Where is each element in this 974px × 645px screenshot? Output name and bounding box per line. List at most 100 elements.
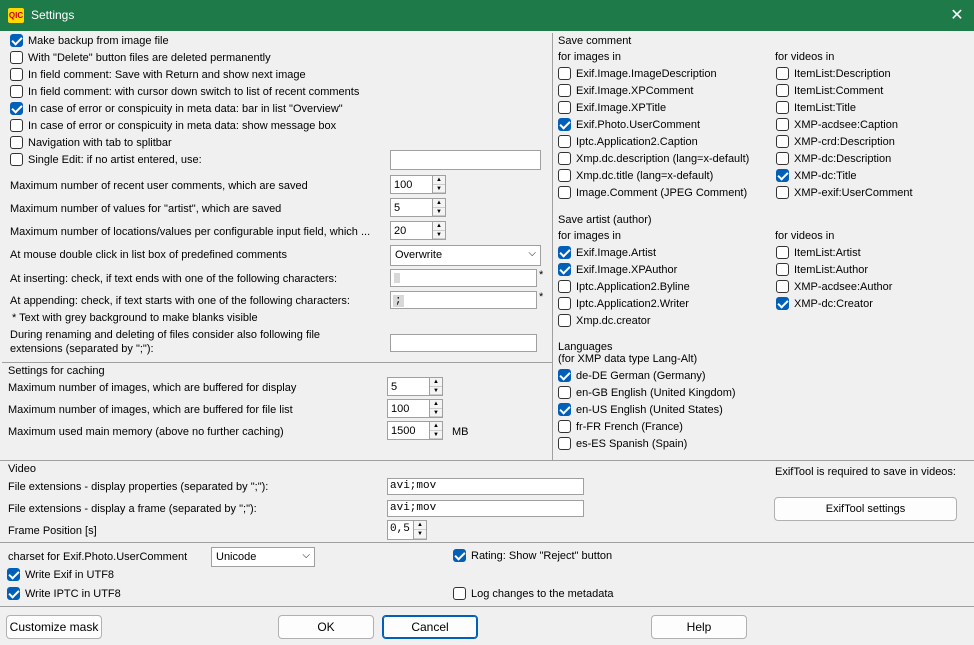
cache-display-spinner[interactable]: ▲ ▼	[429, 377, 443, 396]
artist-image-field-checkbox[interactable]	[558, 314, 571, 327]
artist-image-field-checkbox[interactable]	[558, 280, 571, 293]
language-checkbox[interactable]	[558, 386, 571, 399]
language-label: de-DE German (Germany)	[576, 370, 706, 382]
cancel-button[interactable]: Cancel	[382, 615, 478, 639]
cache-filelist-input[interactable]: 100	[387, 399, 430, 418]
error-bar-label: In case of error or conspicuity in meta …	[28, 103, 343, 115]
comment-image-field-label: Exif.Photo.UserComment	[576, 119, 701, 131]
make-backup-checkbox[interactable]	[10, 34, 23, 47]
artist-image-field-label: Exif.Image.XPAuthor	[576, 264, 678, 276]
customize-mask-button[interactable]: Customize mask	[6, 615, 102, 639]
log-changes-checkbox[interactable]	[453, 587, 466, 600]
help-button[interactable]: Help	[651, 615, 747, 639]
cache-display-input[interactable]: 5	[387, 377, 430, 396]
artist-video-field-checkbox[interactable]	[776, 297, 789, 310]
max-comments-input[interactable]: 100	[390, 175, 433, 194]
window-title: Settings	[31, 8, 75, 22]
video-props-input[interactable]: avi;mov	[387, 478, 584, 495]
cache-filelist-label: Maximum number of images, which are buff…	[8, 404, 293, 416]
iptc-utf8-checkbox[interactable]	[7, 587, 20, 600]
comment-videos-header: for videos in	[775, 51, 835, 63]
comment-video-field-checkbox[interactable]	[776, 101, 789, 114]
video-divider	[0, 460, 974, 461]
artist-video-field-checkbox[interactable]	[776, 280, 789, 293]
comment-image-field-checkbox[interactable]	[558, 186, 571, 199]
exif-utf8-label: Write Exif in UTF8	[25, 569, 115, 581]
max-locations-input[interactable]: 20	[390, 221, 433, 240]
chevron-down-icon: ⌵	[302, 550, 310, 561]
single-edit-checkbox[interactable]	[10, 153, 23, 166]
cursor-down-checkbox[interactable]	[10, 85, 23, 98]
vertical-divider	[552, 33, 553, 460]
exif-utf8-checkbox[interactable]	[7, 568, 20, 581]
video-props-label: File extensions - display properties (se…	[8, 481, 269, 493]
artist-image-field-checkbox[interactable]	[558, 297, 571, 310]
cache-memory-input[interactable]: 1500	[387, 421, 430, 440]
language-checkbox[interactable]	[558, 420, 571, 433]
comment-video-field-checkbox[interactable]	[776, 84, 789, 97]
dblclick-select[interactable]: Overwrite ⌵	[390, 245, 541, 266]
cursor-down-label: In field comment: with cursor down switc…	[28, 86, 360, 98]
artist-image-field-checkbox[interactable]	[558, 263, 571, 276]
comment-image-field-checkbox[interactable]	[558, 118, 571, 131]
comment-video-field-checkbox[interactable]	[776, 67, 789, 80]
comment-video-field-label: ItemList:Description	[794, 68, 891, 80]
comment-image-field-checkbox[interactable]	[558, 169, 571, 182]
error-msgbox-checkbox[interactable]	[10, 119, 23, 132]
comment-image-field-checkbox[interactable]	[558, 67, 571, 80]
artist-video-field-label: XMP-dc:Creator	[794, 298, 873, 310]
language-checkbox[interactable]	[558, 437, 571, 450]
comment-video-field-checkbox[interactable]	[776, 186, 789, 199]
comment-image-field-checkbox[interactable]	[558, 152, 571, 165]
comment-image-field-checkbox[interactable]	[558, 84, 571, 97]
max-comments-spinner[interactable]: ▲ ▼	[432, 175, 446, 194]
max-locations-label: Maximum number of locations/values per c…	[10, 226, 371, 238]
charset-select[interactable]: Unicode ⌵	[211, 547, 315, 567]
inserting-input[interactable]	[390, 269, 537, 287]
artist-image-field-checkbox[interactable]	[558, 246, 571, 259]
cache-memory-spinner[interactable]: ▲ ▼	[429, 421, 443, 440]
comment-image-field-label: Exif.Image.ImageDescription	[576, 68, 717, 80]
app-logo-icon: QIC	[8, 8, 24, 23]
dblclick-value: Overwrite	[395, 249, 443, 261]
comment-video-field-checkbox[interactable]	[776, 118, 789, 131]
exiftool-settings-button[interactable]: ExifTool settings	[774, 497, 957, 521]
max-artist-input[interactable]: 5	[390, 198, 433, 217]
rename-extensions-input[interactable]	[390, 334, 537, 352]
comment-image-field-checkbox[interactable]	[558, 101, 571, 114]
max-artist-label: Maximum number of values for "artist", w…	[10, 203, 282, 215]
comment-video-field-label: ItemList:Comment	[794, 85, 884, 97]
delete-permanent-checkbox[interactable]	[10, 51, 23, 64]
max-artist-spinner[interactable]: ▲ ▼	[432, 198, 446, 217]
close-icon[interactable]: ✕	[944, 4, 970, 28]
buttons-divider	[0, 606, 974, 607]
comment-image-field-label: Image.Comment (JPEG Comment)	[576, 187, 748, 199]
language-checkbox[interactable]	[558, 403, 571, 416]
ok-button[interactable]: OK	[278, 615, 374, 639]
language-checkbox[interactable]	[558, 369, 571, 382]
language-label: es-ES Spanish (Spain)	[576, 438, 688, 450]
comment-image-field-checkbox[interactable]	[558, 135, 571, 148]
comment-video-field-checkbox[interactable]	[776, 135, 789, 148]
max-comments-label: Maximum number of recent user comments, …	[10, 180, 308, 192]
artist-video-field-checkbox[interactable]	[776, 246, 789, 259]
max-locations-spinner[interactable]: ▲ ▼	[432, 221, 446, 240]
comment-video-field-label: XMP-dc:Title	[794, 170, 857, 182]
frame-position-input[interactable]: 0,5	[387, 520, 414, 540]
comment-video-field-checkbox[interactable]	[776, 169, 789, 182]
cache-memory-label: Maximum used main memory (above no furth…	[8, 426, 284, 438]
video-frame-input[interactable]: avi;mov	[387, 500, 584, 517]
error-msgbox-label: In case of error or conspicuity in meta …	[28, 120, 337, 132]
save-return-checkbox[interactable]	[10, 68, 23, 81]
reject-button-checkbox[interactable]	[453, 549, 466, 562]
caching-header: Settings for caching	[8, 365, 105, 377]
error-bar-checkbox[interactable]	[10, 102, 23, 115]
frame-position-spinner[interactable]: ▲ ▼	[413, 520, 427, 540]
artist-image-field-label: Iptc.Application2.Writer	[576, 298, 689, 310]
comment-video-field-checkbox[interactable]	[776, 152, 789, 165]
appending-input[interactable]: ;	[390, 291, 537, 309]
artist-video-field-checkbox[interactable]	[776, 263, 789, 276]
nav-tab-checkbox[interactable]	[10, 136, 23, 149]
cache-filelist-spinner[interactable]: ▲ ▼	[429, 399, 443, 418]
single-edit-artist-input[interactable]	[390, 150, 541, 170]
